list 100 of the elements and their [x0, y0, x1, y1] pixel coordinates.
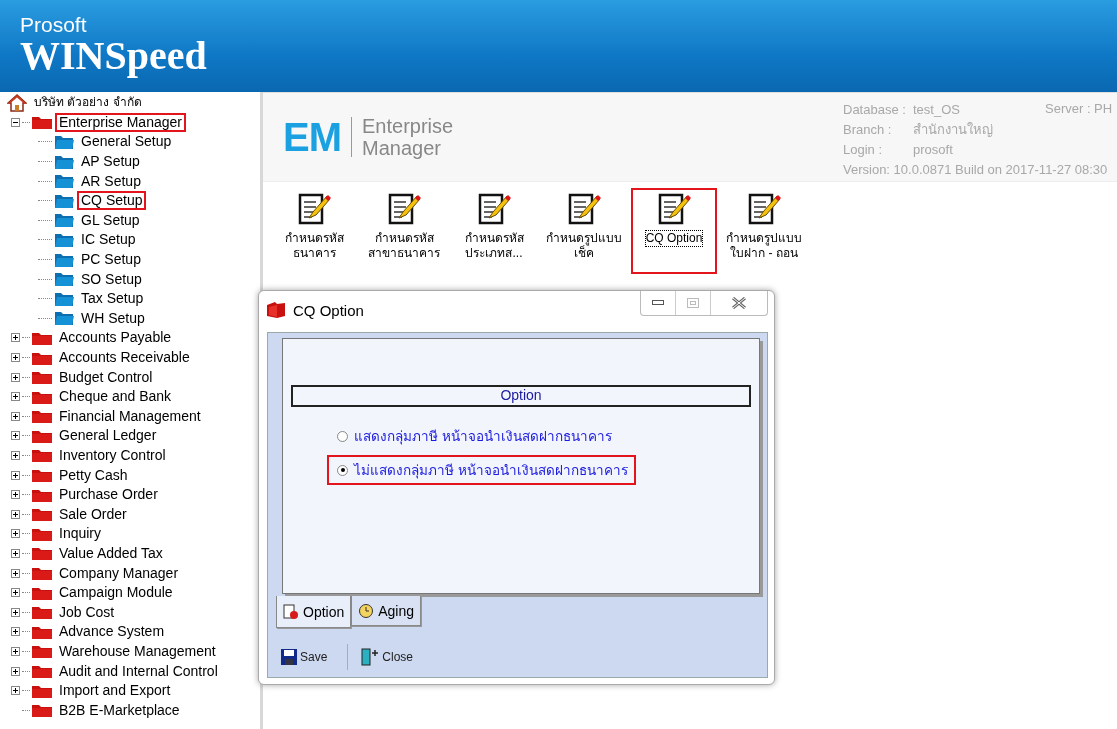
- folder-icon: [32, 566, 52, 581]
- expand-icon[interactable]: [11, 333, 20, 343]
- expand-icon[interactable]: [11, 627, 20, 637]
- expand-icon[interactable]: [11, 588, 20, 598]
- info-value: สำนักงานใหญ่: [913, 120, 993, 139]
- tree-item[interactable]: Import and Export: [55, 681, 175, 701]
- folder-icon: [32, 644, 52, 659]
- expand-icon[interactable]: [11, 686, 20, 696]
- radio-option[interactable]: ไม่แสดงกลุ่มภาษี หน้าจอนำเงินสดฝากธนาคาร: [327, 455, 636, 485]
- expand-icon[interactable]: [11, 646, 20, 656]
- brand-name: Prosoft: [20, 14, 87, 36]
- tree-item[interactable]: Petty Cash: [55, 465, 132, 485]
- folder-icon: [54, 153, 74, 170]
- tree-item[interactable]: Warehouse Management: [55, 641, 220, 661]
- radio-button[interactable]: [337, 430, 348, 442]
- tree-root[interactable]: บริษัท ตัวอย่าง จำกัด: [30, 93, 146, 113]
- server-text: Server : PH: [1045, 101, 1113, 116]
- expand-icon[interactable]: [11, 372, 20, 382]
- tree-item[interactable]: Advance System: [55, 622, 169, 642]
- expand-icon[interactable]: [11, 431, 20, 441]
- tree-item[interactable]: Inquiry: [55, 524, 106, 544]
- folder-icon: [32, 330, 52, 345]
- tree-item[interactable]: Financial Management: [55, 406, 205, 426]
- expand-icon[interactable]: [11, 529, 20, 539]
- expand-icon[interactable]: [11, 607, 20, 617]
- tree-item[interactable]: Sale Order: [55, 504, 131, 524]
- close-icon: [732, 297, 746, 309]
- tree-item[interactable]: IC Setup: [77, 230, 140, 250]
- tool-button[interactable]: กำหนดรูปแบบ เช็ค: [541, 188, 627, 274]
- radio-option[interactable]: แสดงกลุ่มภาษี หน้าจอนำเงินสดฝากธนาคาร: [327, 421, 620, 451]
- tree-item[interactable]: SO Setup: [77, 269, 146, 289]
- folder-icon: [32, 468, 52, 483]
- expand-icon[interactable]: [11, 470, 20, 480]
- expand-icon[interactable]: [11, 353, 20, 362]
- expand-icon[interactable]: [11, 548, 20, 558]
- tool-button[interactable]: กำหนดรหัส ธนาคาร: [271, 188, 357, 274]
- tree-item[interactable]: PC Setup: [77, 250, 145, 270]
- folder-icon: [32, 703, 52, 718]
- tool-button[interactable]: กำหนดรหัส สาขาธนาคาร: [361, 188, 447, 274]
- expand-icon[interactable]: [11, 509, 20, 519]
- tree-item[interactable]: GL Setup: [77, 210, 144, 230]
- tool-button[interactable]: CQ Option: [631, 188, 717, 274]
- expand-icon[interactable]: [11, 411, 20, 421]
- module-logo: EM: [283, 114, 341, 160]
- tab[interactable]: Aging: [351, 596, 422, 626]
- tree-item[interactable]: General Ledger: [55, 426, 161, 446]
- folder-icon: [54, 192, 74, 209]
- expand-icon[interactable]: [11, 392, 20, 402]
- tree-item[interactable]: Inventory Control: [55, 446, 170, 465]
- expand-icon[interactable]: [11, 451, 20, 460]
- expand-icon[interactable]: [11, 490, 20, 500]
- folder-icon: [54, 134, 74, 150]
- folder-icon: [32, 115, 52, 130]
- folder-icon: [54, 173, 74, 190]
- tree-item[interactable]: Audit and Internal Control: [55, 661, 222, 681]
- tree-item[interactable]: WH Setup: [77, 308, 149, 328]
- folder-icon: [54, 212, 74, 229]
- folder-icon: [32, 409, 52, 424]
- tree-item[interactable]: Company Manager: [55, 563, 183, 583]
- radio-button[interactable]: [337, 464, 348, 476]
- folder-icon: [32, 526, 52, 541]
- expand-icon[interactable]: [11, 666, 20, 676]
- tree-item[interactable]: AR Setup: [77, 171, 145, 191]
- notepad-pencil-icon: [657, 192, 691, 226]
- folder-icon: [54, 251, 74, 268]
- tree-item[interactable]: Accounts Receivable: [55, 348, 194, 367]
- tree-item[interactable]: Job Cost: [55, 602, 119, 622]
- collapse-icon[interactable]: [11, 117, 20, 127]
- tree-item[interactable]: Value Added Tax: [55, 543, 167, 563]
- folder-icon: [267, 302, 285, 318]
- group-title: Option: [291, 385, 751, 407]
- tree-item[interactable]: Accounts Payable: [55, 328, 176, 348]
- folder-icon: [32, 487, 52, 502]
- tree-item[interactable]: Tax Setup: [77, 289, 148, 309]
- notepad-pencil-icon: [567, 192, 601, 226]
- home-icon: [7, 93, 27, 112]
- tree-item[interactable]: Purchase Order: [55, 485, 162, 505]
- folder-icon: [54, 290, 74, 307]
- tree-item[interactable]: AP Setup: [77, 152, 144, 172]
- info-label: Database :: [843, 101, 907, 117]
- tree-item[interactable]: Campaign Module: [55, 583, 177, 603]
- tree-item[interactable]: Budget Control: [55, 367, 157, 387]
- document-icon: [283, 603, 299, 620]
- folder-icon: [54, 231, 74, 248]
- expand-icon[interactable]: [11, 568, 20, 578]
- info-label: Login :: [843, 141, 884, 157]
- save-button[interactable]: Save: [278, 646, 330, 668]
- tree-item[interactable]: B2B E-Marketplace: [55, 700, 184, 720]
- tree-item[interactable]: Cheque and Bank: [55, 387, 176, 407]
- tree-item[interactable]: Enterprise Manager: [55, 112, 186, 132]
- close-button[interactable]: Close: [358, 645, 416, 669]
- tree-item[interactable]: CQ Setup: [77, 191, 147, 211]
- folder-icon: [32, 546, 52, 561]
- dialog-title: CQ Option: [293, 301, 364, 319]
- product-name: WINSpeed: [20, 36, 207, 76]
- tree-item[interactable]: General Setup: [77, 132, 176, 152]
- tab[interactable]: Option: [276, 596, 352, 628]
- info-value: prosoft: [913, 141, 953, 157]
- tool-button[interactable]: กำหนดรหัส ประเภทส...: [451, 188, 537, 274]
- tool-button[interactable]: กำหนดรูปแบบ ใบฝาก - ถอน: [721, 188, 807, 274]
